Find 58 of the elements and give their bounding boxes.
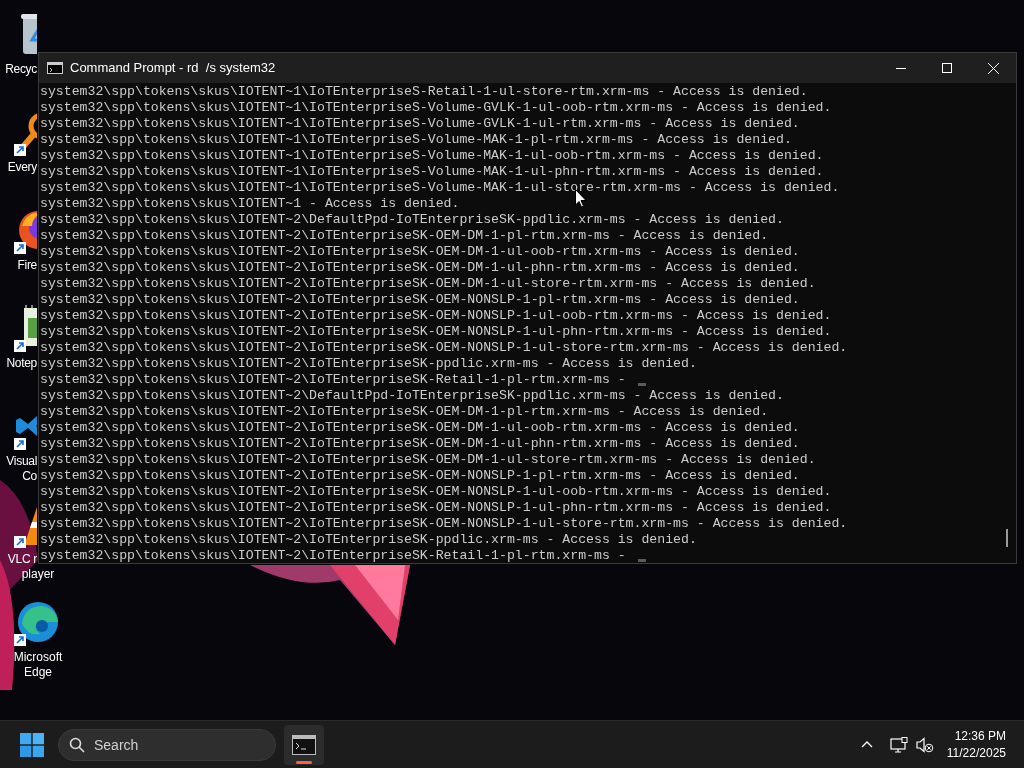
console-line: system32\spp\tokens\skus\IOTENT~2\IoTEnterpriseSK-OEM-NONSLP-1-ul-phn-rtm.xrm-ms - Access is denied. [40,324,832,340]
console-line: system32\spp\tokens\skus\IOTENT~1\IoTEnterpriseS-Volume-MAK-1-ul-phn-rtm.xrm-ms - Access is denied. [40,164,824,180]
desktop-icon-label: Visual [6,454,37,469]
search-field[interactable]: Search [58,728,276,761]
maximize-icon [942,63,952,73]
console-line: system32\spp\tokens\skus\IOTENT~2\IoTEnterpriseSK-OEM-NONSLP-1-ul-store-rtm.xrm-ms - Access is denied. [40,340,848,356]
console-line: system32\spp\tokens\skus\IOTENT~2\IoTEnterpriseSK-OEM-DM-1-pl-rtm.xrm-ms - Access is denied. [40,228,769,244]
desktop-icon-label: Notep [6,356,37,371]
search-icon [69,736,85,753]
console-line: system32\spp\tokens\skus\IOTENT~2\IoTEnterpriseSK-OEM-NONSLP-1-pl-rtm.xrm-ms - Access is denied. [40,468,800,484]
console-line: system32\spp\tokens\skus\IOTENT~1 - Access is denied. [40,196,460,212]
start-button[interactable] [18,730,46,759]
clock[interactable]: 12:36 PM 11/22/2025 [946,727,1006,762]
desktop-icon-label: player [21,567,55,582]
console-line: system32\spp\tokens\skus\IOTENT~2\IoTEnterpriseSK-OEM-DM-1-ul-store-rtm.xrm-ms - Access is denied. [40,452,816,468]
chevron-up-icon [860,741,873,748]
desktop-icon-label: Edge [24,665,52,680]
desktop-icon-label: Microsoft [13,650,63,665]
clock-date: 11/22/2025 [946,744,1006,762]
console-line: system32\spp\tokens\skus\IOTENT~2\IoTEnterpriseSK-OEM-NONSLP-1-pl-rtm.xrm-ms - Access is denied. [40,292,800,308]
window-title: Command Prompt - rd /s system32 [70,59,276,78]
speaker-muted-icon [915,736,934,753]
clock-time: 12:36 PM [954,727,1006,745]
console-line: system32\spp\tokens\skus\IOTENT~2\IoTEnterpriseSK-OEM-NONSLP-1-ul-phn-rtm.xrm-ms - Access is denied. [40,500,832,516]
console-line: system32\spp\tokens\skus\IOTENT~1\IoTEnterpriseS-Retail-1-ul-store-rtm.xrm-ms - Access is denied. [40,84,808,100]
windows-logo-icon [20,732,44,757]
console-line: system32\spp\tokens\skus\IOTENT~2\IoTEnterpriseSK-OEM-DM-1-pl-rtm.xrm-ms - Access is denied. [40,404,769,420]
desktop-icon-label: VLC r [7,552,37,567]
console-line: system32\spp\tokens\skus\IOTENT~1\IoTEnterpriseS-Volume-MAK-1-ul-store-rtm.xrm-ms - Access is denied. [40,180,840,196]
console-line: system32\spp\tokens\skus\IOTENT~2\IoTEnterpriseSK-OEM-DM-1-ul-phn-rtm.xrm-ms - Access is denied. [40,260,800,276]
console-line: system32\spp\tokens\skus\IOTENT~2\IoTEnterpriseSK-Retail-1-pl-rtm.xrm-ms - [40,372,626,388]
console-line: system32\spp\tokens\skus\IOTENT~2\IoTEnterpriseSK-OEM-NONSLP-1-ul-oob-rtm.xrm-ms - Access is denied. [40,308,832,324]
desktop-icon-label: Every [7,160,37,175]
console-line: system32\spp\tokens\skus\IOTENT~2\IoTEnterpriseSK-OEM-DM-1-ul-oob-rtm.xrm-ms - Access is denied. [40,244,800,260]
terminal-icon [292,734,316,755]
console-line: system32\spp\tokens\skus\IOTENT~2\IoTEnterpriseSK-ppdlic.xrm-ms - Access is denied. [40,532,697,548]
console-line: system32\spp\tokens\skus\IOTENT~2\DefaultPpd-IoTEnterpriseSK-ppdlic.xrm-ms - Access is denied. [40,388,784,404]
taskbar-app-button[interactable] [284,724,324,765]
terminal-icon [47,62,63,74]
minimize-icon [896,67,906,69]
desktop-icon-label: Fire [17,258,37,273]
desktop-icon-label: Recyc [5,62,37,77]
console-line: system32\spp\tokens\skus\IOTENT~2\DefaultPpd-IoTEnterpriseSK-ppdlic.xrm-ms - Access is denied. [40,212,784,228]
scrollbar-thumb[interactable] [1006,529,1008,547]
console-line: system32\spp\tokens\skus\IOTENT~2\IoTEnterpriseSK-OEM-DM-1-ul-store-rtm.xrm-ms - Access is denied. [40,276,816,292]
console-line: system32\spp\tokens\skus\IOTENT~2\IoTEnterpriseSK-OEM-DM-1-ul-oob-rtm.xrm-ms - Access is denied. [40,420,800,436]
console-line: system32\spp\tokens\skus\IOTENT~2\IoTEnterpriseSK-OEM-NONSLP-1-ul-store-rtm.xrm-ms - Access is denied. [40,516,848,532]
console-line: system32\spp\tokens\skus\IOTENT~1\IoTEnterpriseS-Volume-MAK-1-pl-rtm.xrm-ms - Access is denied. [40,132,792,148]
console-line: system32\spp\tokens\skus\IOTENT~1\IoTEnterpriseS-Volume-GVLK-1-ul-rtm.xrm-ms - Access is denied. [40,116,800,132]
console-line: system32\spp\tokens\skus\IOTENT~2\IoTEnterpriseSK-ppdlic.xrm-ms - Access is denied. [40,356,697,372]
console-line: system32\spp\tokens\skus\IOTENT~2\IoTEnterpriseSK-Retail-1-pl-rtm.xrm-ms - [40,548,626,563]
close-icon [987,62,999,74]
console-line: system32\spp\tokens\skus\IOTENT~1\IoTEnterpriseS-Volume-GVLK-1-ul-oob-rtm.xrm-ms - Access is denied. [40,100,832,116]
monitor-icon [889,736,908,753]
desktop-icon-label: Co [22,469,37,484]
console-line: system32\spp\tokens\skus\IOTENT~2\IoTEnterpriseSK-OEM-DM-1-ul-phn-rtm.xrm-ms - Access is denied. [40,436,800,452]
console-line: system32\spp\tokens\skus\IOTENT~1\IoTEnterpriseS-Volume-MAK-1-ul-oob-rtm.xrm-ms - Access is denied. [40,148,824,164]
console-line: system32\spp\tokens\skus\IOTENT~2\IoTEnterpriseSK-OEM-NONSLP-1-ul-oob-rtm.xrm-ms - Access is denied. [40,484,832,500]
